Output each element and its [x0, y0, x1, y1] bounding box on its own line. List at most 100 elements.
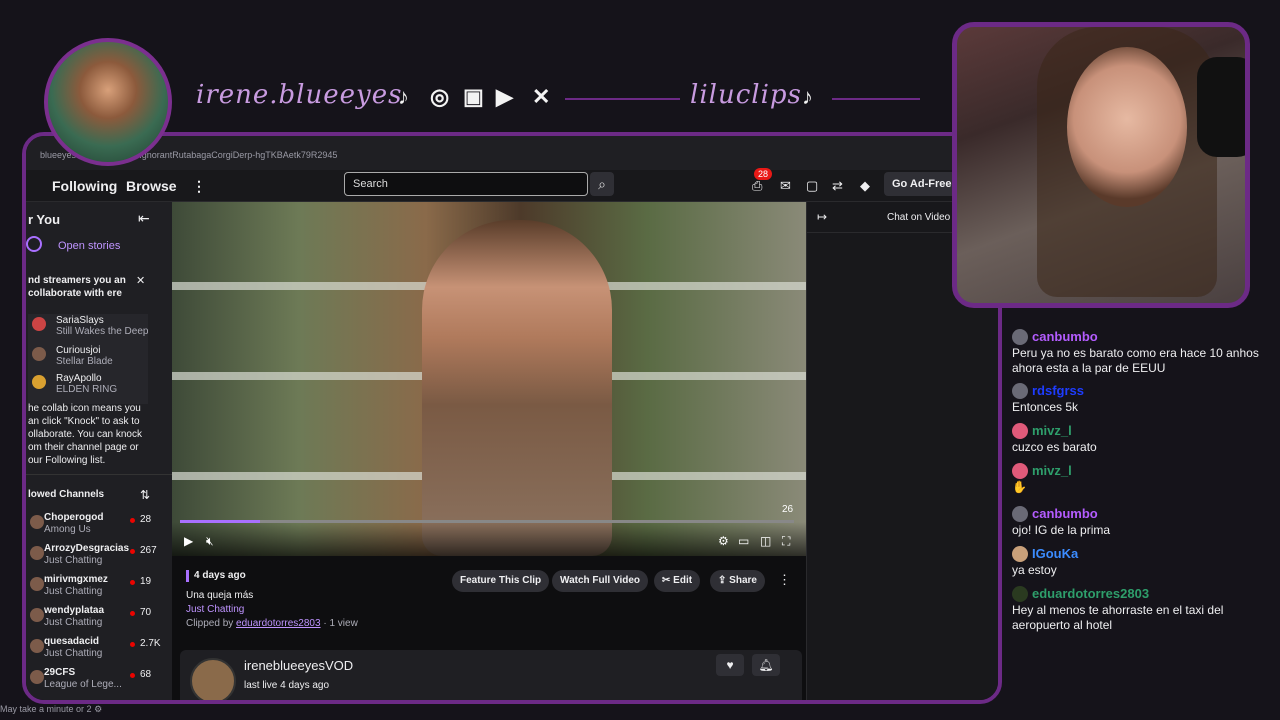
edit-button[interactable]: ✂ Edit	[654, 570, 701, 592]
avatar	[30, 515, 44, 529]
clip-category-link[interactable]: Just Chatting	[186, 604, 244, 615]
chat-username: mivz_l	[1032, 463, 1072, 478]
expand-icon[interactable]: ↦	[817, 210, 827, 224]
open-stories-link[interactable]: Open stories	[58, 240, 120, 252]
avatar	[30, 546, 44, 560]
whispers-icon[interactable]: ▢	[806, 178, 818, 194]
avatar	[1012, 422, 1028, 439]
avatar	[1012, 382, 1028, 399]
notifications-icon[interactable]: ⎙	[752, 178, 762, 194]
share-button[interactable]: ⇪ Share	[710, 570, 765, 592]
mute-icon[interactable]: 🔇︎	[206, 534, 214, 549]
nav-browse[interactable]: Browse	[126, 178, 177, 194]
more-icon[interactable]: ⋮	[192, 178, 206, 195]
live-indicator	[130, 518, 135, 523]
chat-message: mivz_l cuzco es barato	[1012, 422, 1272, 455]
more-icon[interactable]: ⋮	[778, 572, 791, 588]
chat-text: ojo! IG de la prima	[1012, 523, 1111, 537]
channel-name: wendyplataa	[44, 605, 105, 616]
avatar	[32, 347, 46, 361]
avatar[interactable]	[190, 658, 236, 700]
inbox-icon[interactable]: ✉	[780, 178, 791, 194]
notification-badge: 28	[754, 168, 773, 180]
avatar	[30, 608, 44, 622]
live-indicator	[130, 580, 135, 585]
chat-username: IGouKa	[1032, 546, 1079, 561]
clipped-by-line: Clipped by eduardotorres2803 · 1 view	[186, 618, 358, 629]
channel-row[interactable]: 29CFS League of Lege... 68	[30, 667, 170, 697]
clipped-by-prefix: Clipped by	[186, 618, 234, 629]
video-controls	[172, 522, 806, 556]
channel-row[interactable]: quesadacid Just Chatting 2.7K	[30, 636, 170, 666]
progress-bar[interactable]	[180, 520, 794, 523]
avatar	[1012, 545, 1028, 562]
bits-icon[interactable]: ◆	[860, 178, 870, 194]
twitch-icon: ▣	[463, 84, 484, 109]
channel-name[interactable]: ireneblueeyesVOD	[244, 658, 353, 673]
channel-category: Just Chatting	[44, 648, 103, 659]
avatar	[32, 317, 46, 331]
collapse-icon[interactable]: ⇤	[138, 210, 150, 227]
bell-icon[interactable]: 🔔︎	[752, 654, 780, 676]
chat-message: canbumbo ojo! IG de la prima	[1012, 505, 1272, 538]
chat-message: canbumbo Peru ya no es barato como era ha…	[1012, 328, 1272, 376]
chat-text: Hey al menos te ahorraste en el taxi del…	[1012, 603, 1224, 632]
search-icon[interactable]: ⌕	[590, 172, 614, 196]
x-icon: ✕	[532, 84, 551, 109]
edit-label: Edit	[673, 575, 693, 586]
avatar	[30, 577, 44, 591]
sort-icon[interactable]: ⇅	[140, 488, 150, 502]
viewer-count: 28	[140, 514, 152, 525]
channel-name: mirivmgxmez	[44, 574, 108, 585]
feature-clip-button[interactable]: Feature This Clip	[452, 570, 550, 592]
channel-row[interactable]: wendyplataa Just Chatting 70	[30, 605, 170, 635]
chat-text: Peru ya no es barato como era hace 10 an…	[1012, 346, 1259, 375]
tiktok-icon: ♪	[398, 84, 409, 109]
instagram-icon: ◎	[430, 84, 450, 109]
viewer-count: 2.7K	[140, 638, 161, 649]
channel-name: quesadacid	[44, 636, 100, 647]
suggested-list: SariaSlays Still Wakes the Deep Curiousjo…	[28, 314, 148, 404]
divider	[26, 474, 172, 475]
channel-category: Just Chatting	[44, 586, 103, 597]
play-icon[interactable]: ▶	[184, 534, 193, 548]
channel-row[interactable]: Choperogod Among Us 28	[30, 512, 170, 542]
clips-handle: liluclips	[690, 80, 802, 110]
chat-username: rdsfgrss	[1032, 383, 1085, 398]
streamer-handle: irene.blueeyes	[196, 80, 403, 110]
channel-card: ireneblueeyesVOD last live 4 days ago ♥ …	[180, 650, 802, 700]
video-subject	[422, 220, 612, 556]
translate-icon[interactable]: ⇄	[832, 178, 843, 194]
heart-icon[interactable]: ♥	[716, 654, 744, 676]
fullscreen-icon[interactable]: ⛶	[782, 534, 790, 549]
followed-channels-heading: lowed Channels	[28, 489, 105, 500]
live-indicator	[130, 549, 135, 554]
settings-icon[interactable]: ⚙	[718, 534, 729, 548]
webcam-feed	[952, 22, 1250, 308]
url-bar[interactable]: blueeyesvod/clip/TubularIgnorantRutabaga…	[26, 136, 998, 170]
channel-name: ArrozyDesgracias	[44, 543, 130, 554]
tiktok-icon: ♪	[802, 84, 813, 109]
channel-category: Just Chatting	[44, 617, 103, 628]
last-live: last live 4 days ago	[244, 680, 330, 691]
avatar	[30, 639, 44, 653]
avatar	[1012, 462, 1028, 479]
pip-icon[interactable]: ◫	[760, 534, 771, 548]
channel-row[interactable]: ArrozyDesgracias Just Chatting 267	[30, 543, 170, 573]
live-indicator	[130, 611, 135, 616]
watch-full-video-button[interactable]: Watch Full Video	[552, 570, 649, 592]
channel-row[interactable]: mirivmgxmez Just Chatting 19	[30, 574, 170, 604]
nav-following[interactable]: Following	[52, 178, 117, 194]
avatar	[32, 375, 46, 389]
theatre-icon[interactable]: ▭	[738, 534, 749, 548]
video-player[interactable]: 26 ▶ 🔇︎ ⚙ ▭ ◫ ⛶	[172, 202, 806, 556]
chat-username: mivz_l	[1032, 423, 1072, 438]
viewer-count: 70	[140, 607, 152, 618]
search-input[interactable]: Search	[344, 172, 588, 196]
clipper-link[interactable]: eduardotorres2803	[236, 618, 321, 629]
close-icon[interactable]: ✕	[136, 274, 145, 287]
for-you-heading: r You	[28, 212, 61, 227]
chat-text: ya estoy	[1012, 563, 1057, 577]
progress-fill	[180, 520, 260, 523]
footer-note: May take a minute or 2 ⚙	[0, 704, 102, 715]
